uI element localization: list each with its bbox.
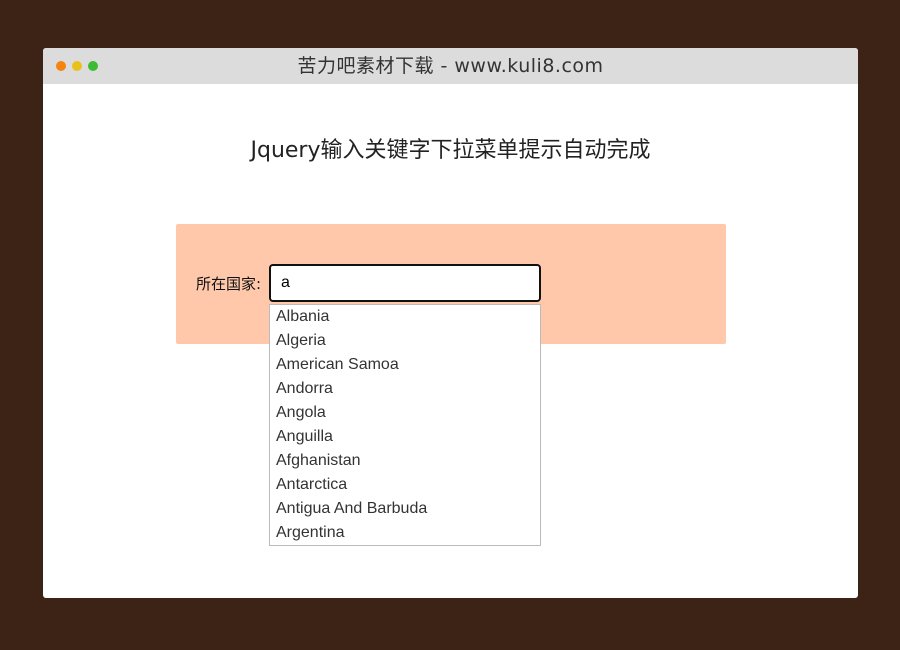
page-title: Jquery输入关键字下拉菜单提示自动完成 bbox=[250, 138, 651, 163]
suggestion-item[interactable]: Andorra bbox=[270, 377, 540, 401]
suggestion-item[interactable]: Antigua And Barbuda bbox=[270, 497, 540, 521]
suggestion-item[interactable]: Afghanistan bbox=[270, 449, 540, 473]
suggestion-item[interactable]: Angola bbox=[270, 401, 540, 425]
country-input[interactable] bbox=[269, 264, 541, 302]
browser-window: 苦力吧素材下载 - www.kuli8.com Jquery输入关键字下拉菜单提… bbox=[43, 48, 858, 598]
autocomplete-dropdown: Albania Algeria American Samoa Andorra A… bbox=[269, 304, 541, 546]
title-bar: 苦力吧素材下载 - www.kuli8.com bbox=[43, 48, 858, 84]
country-label: 所在国家: bbox=[196, 275, 262, 293]
suggestion-item[interactable]: Argentina bbox=[270, 521, 540, 545]
suggestion-item[interactable]: American Samoa bbox=[270, 353, 540, 377]
suggestion-item[interactable]: Algeria bbox=[270, 329, 540, 353]
suggestion-item[interactable]: Anguilla bbox=[270, 425, 540, 449]
window-title: 苦力吧素材下载 - www.kuli8.com bbox=[297, 55, 604, 77]
suggestion-item[interactable]: Albania bbox=[270, 305, 540, 329]
suggestion-item[interactable]: Antarctica bbox=[270, 473, 540, 497]
